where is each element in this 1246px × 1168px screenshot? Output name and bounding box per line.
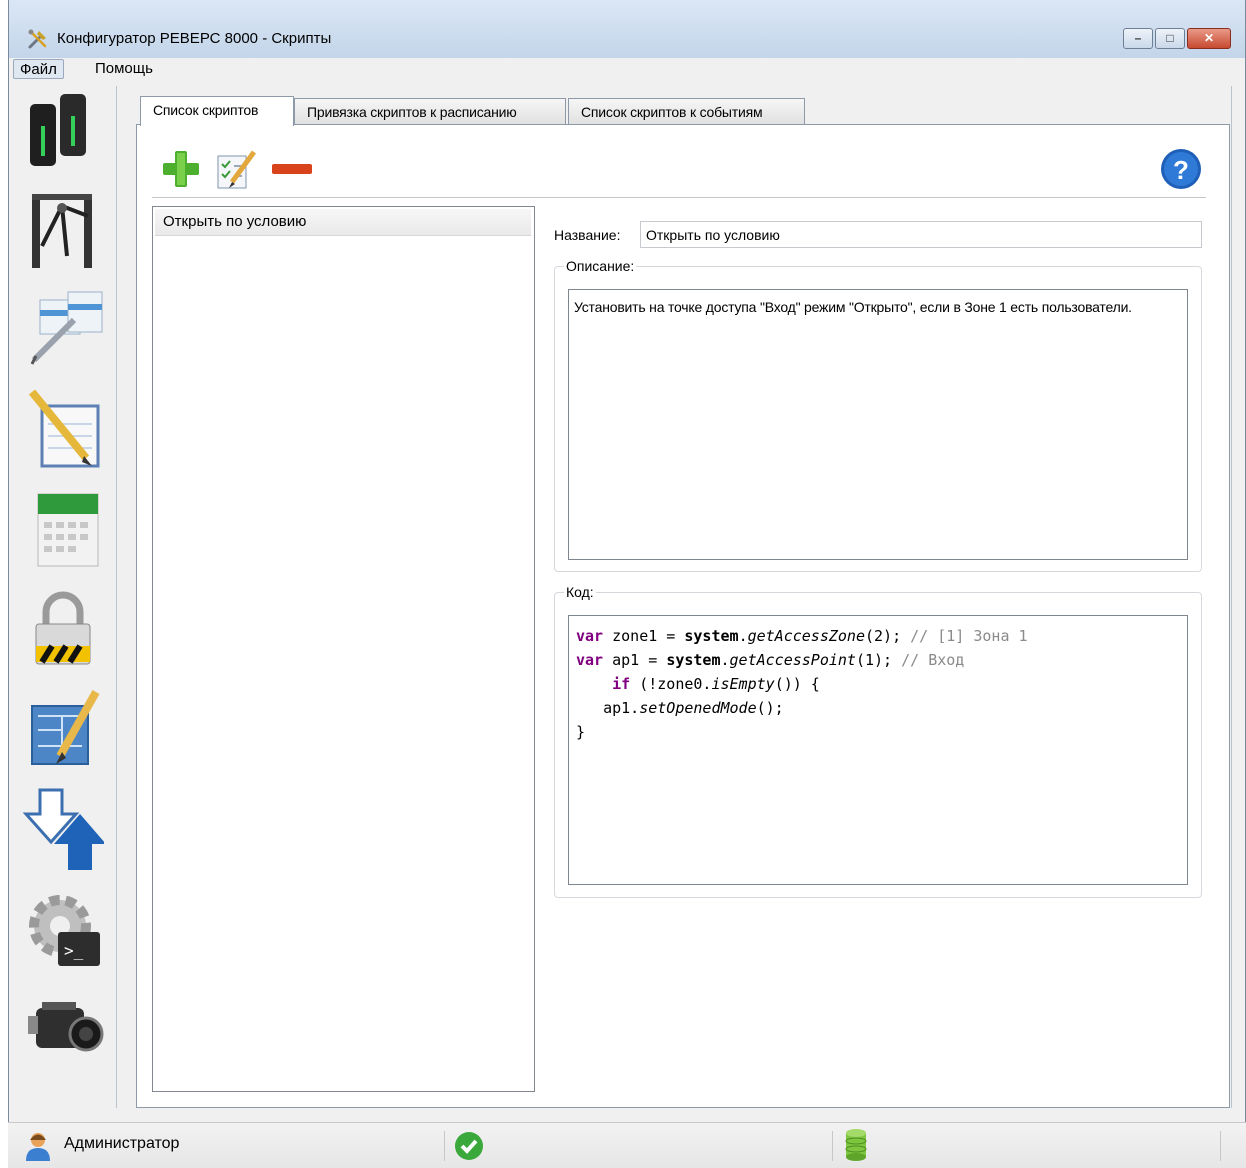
minimize-icon: – [1134, 31, 1142, 45]
script-list: Открыть по условию [152, 206, 535, 1092]
help-button[interactable]: ? [1160, 148, 1202, 190]
calendar-icon[interactable] [22, 486, 104, 572]
close-button[interactable]: ✕ [1187, 28, 1231, 49]
name-field[interactable] [640, 221, 1202, 248]
code-token: . [738, 627, 748, 645]
turnstile-icon[interactable] [22, 186, 104, 272]
code-token: // Вход [901, 651, 965, 669]
code-token: getAccessZone [747, 627, 865, 645]
code-token: (2); [865, 627, 911, 645]
ok-check-icon [455, 1132, 483, 1160]
tools-icon [28, 29, 47, 49]
status-divider [1220, 1131, 1221, 1161]
code-token: ap1. [576, 699, 640, 717]
code-line: } [576, 720, 1180, 744]
script-gear-icon[interactable]: >_ [22, 886, 104, 972]
tab-scripts-list[interactable]: Список скриптов [140, 96, 294, 126]
maximize-icon: □ [1166, 31, 1174, 45]
code-line: if (!zone0.isEmpty()) { [576, 672, 1180, 696]
notepad-icon[interactable] [22, 386, 104, 472]
code-token: system [684, 627, 739, 645]
toolbar-divider [152, 197, 1206, 198]
edit-checklist-icon [217, 150, 256, 189]
description-label: Описание: [564, 258, 637, 274]
code-token: if [612, 675, 631, 693]
menu-help[interactable]: Помощь [89, 59, 159, 79]
code-token: ()) { [774, 675, 820, 693]
code-line: ap1.setOpenedMode(); [576, 696, 1180, 720]
code-token: zone1 = [603, 627, 685, 645]
status-divider [832, 1131, 833, 1161]
database-icon [845, 1129, 867, 1161]
code-token: setOpenedMode [639, 699, 757, 717]
code-token: system [666, 651, 721, 669]
code-token: var [576, 651, 604, 669]
tab-schedule-binding[interactable]: Привязка скриптов к расписанию [294, 98, 566, 124]
help-icon: ? [1161, 149, 1201, 189]
add-script-button[interactable] [160, 148, 202, 190]
menu-file[interactable]: Файл [13, 59, 64, 79]
code-token: var [576, 627, 604, 645]
maximize-button[interactable]: □ [1155, 28, 1185, 49]
code-token: (1); [855, 651, 902, 669]
user-icon [26, 1133, 50, 1161]
minimize-button[interactable]: – [1123, 28, 1153, 49]
status-user: Администратор [64, 1135, 180, 1152]
status-divider [444, 1131, 445, 1161]
code-token: ap1 = [603, 651, 667, 669]
upload-download-icon[interactable] [22, 786, 104, 872]
minus-icon [272, 164, 312, 174]
code-token: (); [756, 699, 784, 717]
padlock-icon[interactable] [22, 586, 104, 672]
description-textarea[interactable]: Установить на точке доступа "Вход" режим… [568, 289, 1188, 560]
window-title: Конфигуратор РЕВЕРС 8000 - Скрипты [57, 30, 332, 47]
map-editor-icon[interactable] [22, 686, 104, 772]
close-icon: ✕ [1203, 31, 1215, 45]
plus-icon [163, 151, 199, 187]
code-line: var zone1 = system.getAccessZone(2); // … [576, 624, 1180, 648]
code-token: // [1] Зона 1 [910, 627, 1028, 645]
edit-script-button[interactable] [214, 148, 256, 190]
code-token: isEmpty [711, 675, 775, 693]
status-bar: Администратор [8, 1122, 1246, 1168]
menu-bar: Файл Помощь [9, 58, 1245, 80]
video-camera-icon[interactable] [22, 986, 104, 1072]
code-token: } [576, 723, 586, 741]
code-editor[interactable]: var zone1 = system.getAccessZone(2); // … [568, 615, 1188, 885]
list-item[interactable]: Открыть по условию [155, 209, 531, 236]
code-token: . [720, 651, 730, 669]
code-line: var ap1 = system.getAccessPoint(1); // В… [576, 648, 1180, 672]
card-readers-icon[interactable] [22, 86, 104, 172]
code-token: getAccessPoint [729, 651, 856, 669]
svg-text:?: ? [1173, 155, 1189, 185]
remove-script-button[interactable] [270, 148, 312, 190]
svg-text:>_: >_ [64, 941, 84, 960]
access-levels-icon[interactable] [22, 286, 104, 372]
code-token: (!zone0. [630, 675, 712, 693]
title-bar: Конфигуратор РЕВЕРС 8000 - Скрипты – □ ✕ [9, 0, 1245, 58]
tab-event-scripts[interactable]: Список скриптов к событиям [568, 98, 805, 124]
code-label: Код: [564, 584, 596, 600]
name-label: Название: [554, 227, 621, 243]
